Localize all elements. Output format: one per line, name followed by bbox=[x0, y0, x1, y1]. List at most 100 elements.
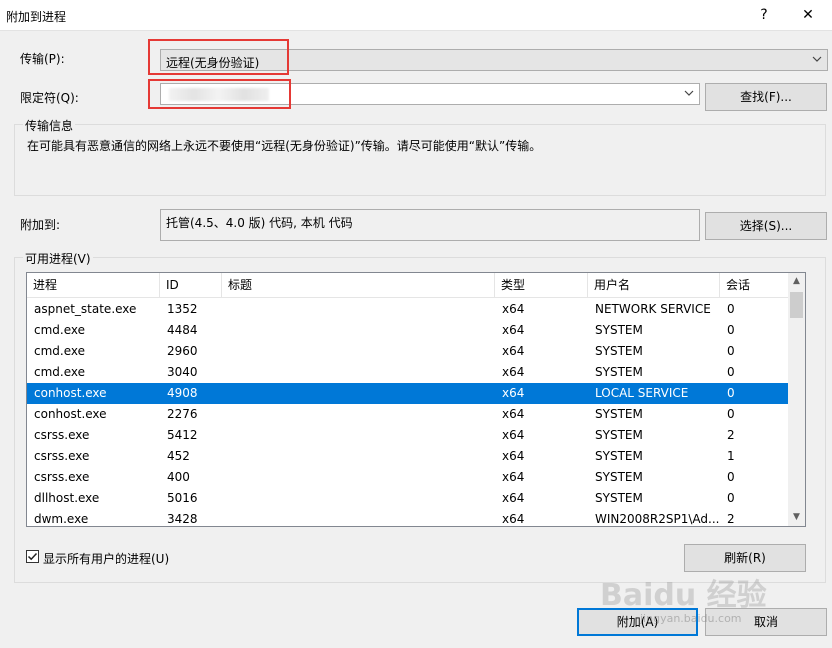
checkmark-icon bbox=[27, 552, 38, 561]
vertical-scrollbar[interactable]: ▲ ▼ bbox=[788, 273, 805, 526]
window-title: 附加到进程 bbox=[6, 10, 67, 24]
cell-username: SYSTEM bbox=[595, 470, 643, 484]
cell-process: cmd.exe bbox=[34, 323, 86, 337]
close-icon[interactable]: ✕ bbox=[796, 4, 820, 26]
attach-to-process-dialog: 附加到进程 ? ✕ 传输(P): 远程(无身份验证) 限定符(Q): 查找(F)… bbox=[0, 0, 832, 648]
cell-process: dwm.exe bbox=[34, 512, 89, 526]
cell-id: 3040 bbox=[167, 365, 198, 379]
cell-title bbox=[222, 446, 495, 467]
column-header-username[interactable]: 用户名 bbox=[588, 273, 720, 297]
cell-id: 400 bbox=[167, 470, 190, 484]
cell-username: LOCAL SERVICE bbox=[595, 386, 689, 400]
cell-type: x64 bbox=[502, 365, 525, 379]
cell-username: SYSTEM bbox=[595, 449, 643, 463]
cell-title bbox=[222, 509, 495, 526]
column-header-title[interactable]: 标题 bbox=[222, 273, 495, 297]
cell-id: 3428 bbox=[167, 512, 198, 526]
show-all-users-checkbox[interactable] bbox=[26, 550, 39, 563]
transport-info-title: 传输信息 bbox=[23, 117, 76, 134]
cell-session: 2 bbox=[727, 512, 735, 526]
table-row[interactable]: csrss.exe 400 x64 SYSTEM 0 bbox=[27, 467, 789, 488]
cell-title bbox=[222, 341, 495, 362]
process-list[interactable]: 进程 ID 标题 类型 用户名 会话 aspnet_state.exe 1352 x… bbox=[26, 272, 806, 527]
transport-dropdown[interactable]: 远程(无身份验证) bbox=[160, 49, 828, 71]
qualifier-label: 限定符(Q): bbox=[20, 91, 79, 105]
column-header-process[interactable]: 进程 bbox=[27, 273, 160, 297]
scrollbar-thumb[interactable] bbox=[790, 292, 803, 318]
cell-process: aspnet_state.exe bbox=[34, 302, 137, 316]
title-bar: 附加到进程 ? ✕ bbox=[0, 0, 832, 31]
cell-title bbox=[222, 320, 495, 341]
table-row[interactable]: cmd.exe 4484 x64 SYSTEM 0 bbox=[27, 320, 789, 341]
table-row[interactable]: dllhost.exe 5016 x64 SYSTEM 0 bbox=[27, 488, 789, 509]
cell-id: 2960 bbox=[167, 344, 198, 358]
cell-username: SYSTEM bbox=[595, 407, 643, 421]
watermark-logo: Baidu 经验 bbox=[600, 578, 767, 613]
scroll-up-arrow-icon[interactable]: ▲ bbox=[788, 273, 805, 290]
cell-session: 0 bbox=[727, 323, 735, 337]
cell-process: csrss.exe bbox=[34, 470, 90, 484]
cell-title bbox=[222, 383, 495, 404]
cell-username: SYSTEM bbox=[595, 323, 643, 337]
cell-session: 1 bbox=[727, 449, 735, 463]
cell-session: 0 bbox=[727, 386, 735, 400]
select-button[interactable]: 选择(S)... bbox=[705, 212, 827, 240]
refresh-button[interactable]: 刷新(R) bbox=[684, 544, 806, 572]
redacted-qualifier bbox=[169, 88, 269, 101]
cell-type: x64 bbox=[502, 449, 525, 463]
transport-info-group: 传输信息 在可能具有恶意通信的网络上永远不要使用“远程(无身份验证)”传输。请尽… bbox=[14, 117, 826, 196]
cell-type: x64 bbox=[502, 386, 525, 400]
cell-username: SYSTEM bbox=[595, 428, 643, 442]
cell-id: 4908 bbox=[167, 386, 198, 400]
table-row[interactable]: cmd.exe 2960 x64 SYSTEM 0 bbox=[27, 341, 789, 362]
cell-process: cmd.exe bbox=[34, 344, 86, 358]
table-row[interactable]: csrss.exe 452 x64 SYSTEM 1 bbox=[27, 446, 789, 467]
table-row[interactable]: dwm.exe 3428 x64 WIN2008R2SP1\Ad... 2 bbox=[27, 509, 789, 526]
table-row[interactable]: conhost.exe 2276 x64 SYSTEM 0 bbox=[27, 404, 789, 425]
cell-title bbox=[222, 362, 495, 383]
cell-process: conhost.exe bbox=[34, 386, 107, 400]
cell-id: 5016 bbox=[167, 491, 198, 505]
cell-id: 2276 bbox=[167, 407, 198, 421]
cell-type: x64 bbox=[502, 407, 525, 421]
transport-label: 传输(P): bbox=[20, 52, 65, 66]
cell-session: 0 bbox=[727, 365, 735, 379]
show-all-users-label[interactable]: 显示所有用户的进程(U) bbox=[43, 550, 169, 567]
cell-session: 2 bbox=[727, 428, 735, 442]
column-header-session[interactable]: 会话 bbox=[720, 273, 789, 297]
table-row[interactable]: cmd.exe 3040 x64 SYSTEM 0 bbox=[27, 362, 789, 383]
cell-username: SYSTEM bbox=[595, 365, 643, 379]
attach-to-value: 托管(4.5、4.0 版) 代码, 本机 代码 bbox=[166, 216, 353, 230]
cell-title bbox=[222, 467, 495, 488]
column-header-id[interactable]: ID bbox=[160, 273, 222, 297]
scroll-down-arrow-icon[interactable]: ▼ bbox=[788, 509, 805, 526]
table-row[interactable]: aspnet_state.exe 1352 x64 NETWORK SERVICE 0 bbox=[27, 299, 789, 320]
cell-title bbox=[222, 299, 495, 320]
cell-type: x64 bbox=[502, 428, 525, 442]
chevron-down-icon bbox=[684, 90, 694, 96]
cell-title bbox=[222, 425, 495, 446]
cell-title bbox=[222, 488, 495, 509]
table-row[interactable]: conhost.exe 4908 x64 LOCAL SERVICE 0 bbox=[27, 383, 789, 404]
cell-type: x64 bbox=[502, 491, 525, 505]
cell-session: 0 bbox=[727, 344, 735, 358]
cell-id: 4484 bbox=[167, 323, 198, 337]
help-icon[interactable]: ? bbox=[752, 4, 776, 26]
cell-username: WIN2008R2SP1\Ad... bbox=[595, 512, 720, 526]
cell-type: x64 bbox=[502, 344, 525, 358]
available-processes-title: 可用进程(V) bbox=[23, 250, 93, 267]
table-row[interactable]: csrss.exe 5412 x64 SYSTEM 2 bbox=[27, 425, 789, 446]
cell-type: x64 bbox=[502, 302, 525, 316]
find-button[interactable]: 查找(F)... bbox=[705, 83, 827, 111]
cell-type: x64 bbox=[502, 323, 525, 337]
cell-process: dllhost.exe bbox=[34, 491, 100, 505]
transport-info-text: 在可能具有恶意通信的网络上永远不要使用“远程(无身份验证)”传输。请尽可能使用“… bbox=[27, 139, 542, 153]
column-header-type[interactable]: 类型 bbox=[495, 273, 588, 297]
cell-process: conhost.exe bbox=[34, 407, 107, 421]
process-list-header: 进程 ID 标题 类型 用户名 会话 bbox=[27, 273, 789, 298]
qualifier-combobox[interactable] bbox=[160, 83, 700, 105]
cell-type: x64 bbox=[502, 470, 525, 484]
cell-username: SYSTEM bbox=[595, 344, 643, 358]
watermark-url: jingyan.baidu.com bbox=[640, 612, 742, 625]
cell-title bbox=[222, 404, 495, 425]
